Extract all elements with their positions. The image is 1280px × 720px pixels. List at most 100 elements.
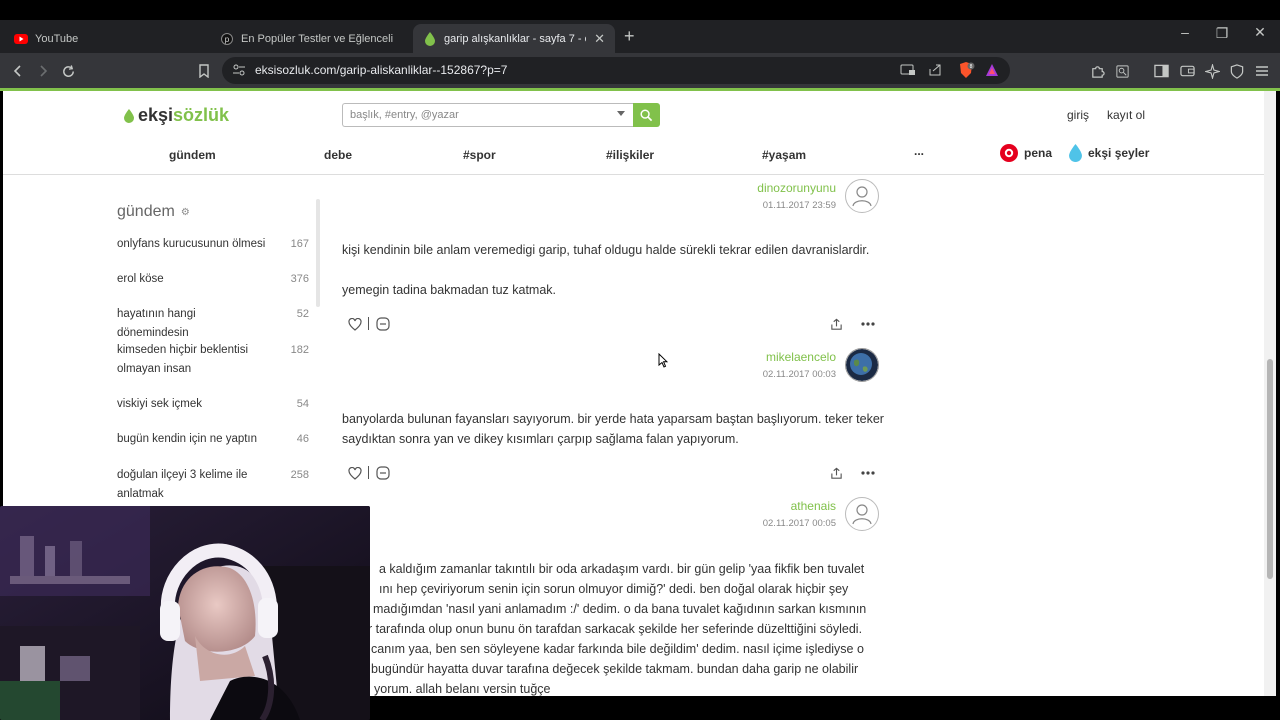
- url-text: eksisozluk.com/garip-aliskanliklar--1528…: [255, 63, 508, 77]
- svg-text:8: 8: [970, 64, 973, 70]
- scrollbar-thumb[interactable]: [1267, 359, 1273, 579]
- search-input[interactable]: [343, 104, 593, 126]
- forward-icon[interactable]: [33, 61, 53, 81]
- divider: [368, 317, 369, 330]
- share-icon[interactable]: [827, 315, 845, 333]
- minimize-icon[interactable]: –: [1166, 24, 1204, 40]
- more-options-icon[interactable]: [859, 315, 877, 333]
- search-button[interactable]: [633, 103, 660, 127]
- entry-line: a kaldığım zamanlar takıntılı bir oda ar…: [379, 562, 865, 576]
- sidebar-item-count: 182: [290, 344, 309, 356]
- dislike-icon[interactable]: [374, 315, 392, 333]
- address-bar[interactable]: eksisozluk.com/garip-aliskanliklar--1528…: [222, 57, 1010, 84]
- tab-quiz[interactable]: p En Popüler Testler ve Eğlenceli Quizle…: [210, 24, 406, 53]
- sidebar-scrollbar[interactable]: [316, 199, 320, 307]
- sidebar-title-text: gündem: [117, 203, 175, 220]
- share-icon[interactable]: [827, 464, 845, 482]
- avatar[interactable]: [845, 348, 879, 382]
- sidebar-item-count: 376: [290, 273, 309, 285]
- brave-rewards-icon[interactable]: [985, 63, 999, 82]
- entry-content: a kaldığım zamanlar takıntılı bir oda ar…: [366, 559, 886, 696]
- vpn-icon[interactable]: [1227, 61, 1247, 81]
- nav-pena[interactable]: pena: [1000, 144, 1052, 162]
- tab-youtube[interactable]: YouTube: [4, 24, 206, 53]
- page-scrollbar[interactable]: [1264, 91, 1276, 696]
- site-settings-icon[interactable]: [232, 63, 246, 82]
- logo-text-part1: ekşi: [138, 105, 174, 125]
- user-icon: [852, 504, 872, 525]
- site-header: ekşisözlük giriş kayıt ol gündem debe #s…: [3, 91, 1264, 175]
- gear-icon[interactable]: ⚙: [181, 207, 190, 218]
- sidebar-item[interactable]: bugün kendin için ne yaptın 46: [117, 430, 309, 449]
- more-options-icon[interactable]: [859, 464, 877, 482]
- pena-label: pena: [1024, 146, 1053, 160]
- sidebar-item[interactable]: doğulan ilçeyi 3 kelime ile anlatmak 258: [117, 466, 309, 504]
- search-box: [342, 103, 633, 127]
- entry-date[interactable]: 01.11.2017 23:59: [536, 200, 836, 211]
- dislike-icon[interactable]: [374, 464, 392, 482]
- globe-avatar-icon: [846, 349, 878, 381]
- nav-debe[interactable]: debe: [324, 148, 352, 162]
- restore-icon[interactable]: ❐: [1203, 25, 1241, 42]
- wallet-icon[interactable]: [1177, 61, 1197, 81]
- sidebar-item-title: kimseden hiçbir beklentisi olmayan insan: [117, 344, 249, 375]
- entry-date[interactable]: 02.11.2017 00:05: [536, 518, 836, 529]
- sidebar-item[interactable]: erol köse 376: [117, 270, 309, 289]
- login-link[interactable]: giriş: [1067, 108, 1089, 122]
- nav-eksi-seyler[interactable]: ekşi şeyler: [1069, 144, 1149, 162]
- tab-title: garip alışkanlıklar - sayfa 7 - ekşi söz…: [444, 32, 586, 45]
- back-icon[interactable]: [8, 61, 28, 81]
- cast-icon[interactable]: [900, 63, 916, 82]
- entry-author[interactable]: dinozorunyunu: [536, 181, 836, 195]
- eksi-seyler-label: ekşi şeyler: [1088, 146, 1150, 160]
- tab-eksi[interactable]: garip alışkanlıklar - sayfa 7 - ekşi söz…: [413, 24, 615, 53]
- close-window-icon[interactable]: ✕: [1241, 24, 1279, 41]
- entry-line: madığımdan 'nasıl yani anlamadım :/' ded…: [373, 602, 867, 616]
- browser-toolbar: eksisozluk.com/garip-aliskanliklar--1528…: [0, 53, 1280, 88]
- sidebar-item[interactable]: hayatının hangi dönemindesin 52: [117, 305, 309, 343]
- bookmark-icon[interactable]: [194, 61, 214, 81]
- leo-ai-icon[interactable]: [1202, 61, 1222, 81]
- close-tab-icon[interactable]: ✕: [586, 31, 605, 47]
- site-logo[interactable]: ekşi sözlük: [124, 105, 229, 126]
- sidebar-item[interactable]: kimseden hiçbir beklentisi olmayan insan…: [117, 341, 309, 379]
- avatar[interactable]: [845, 497, 879, 531]
- nav-spor[interactable]: #spor: [463, 148, 496, 162]
- tab-strip: YouTube p En Popüler Testler ve Eğlencel…: [0, 20, 1280, 53]
- reload-icon[interactable]: [58, 61, 78, 81]
- sidebar-item-count: 258: [290, 469, 309, 481]
- entry-author[interactable]: athenais: [536, 499, 836, 513]
- eksi-seyler-icon: [1069, 144, 1082, 162]
- user-icon: [852, 186, 872, 207]
- sidebar-item-title: erol köse: [117, 273, 164, 285]
- sidebar-toggle-icon[interactable]: [1151, 61, 1171, 81]
- nav-yasam[interactable]: #yaşam: [762, 148, 806, 162]
- menu-icon[interactable]: [1252, 61, 1272, 81]
- sidebar-item-title: doğulan ilçeyi 3 kelime ile anlatmak: [117, 469, 248, 500]
- nav-gundem[interactable]: gündem: [169, 148, 216, 162]
- entry-author[interactable]: mikelaencelo: [536, 350, 836, 364]
- nav-more[interactable]: ...: [914, 144, 924, 158]
- eksi-drop-icon: [423, 31, 437, 46]
- heart-icon[interactable]: [346, 315, 364, 333]
- entry-line: yorum. allah belanı versin tuğçe: [374, 682, 551, 696]
- avatar[interactable]: [845, 179, 879, 213]
- sidebar-item[interactable]: onlyfans kurucusunun ölmesi 167: [117, 235, 309, 254]
- youtube-icon: [14, 32, 28, 46]
- share-icon[interactable]: [928, 63, 942, 82]
- extensions-icon[interactable]: [1087, 61, 1107, 81]
- heart-icon[interactable]: [346, 464, 364, 482]
- pena-icon: [1000, 144, 1018, 162]
- new-tab-icon[interactable]: +: [624, 26, 635, 47]
- entry-date[interactable]: 02.11.2017 00:03: [536, 369, 836, 380]
- entry-meta: mikelaencelo 02.11.2017 00:03: [536, 350, 836, 380]
- reader-icon[interactable]: [1112, 61, 1132, 81]
- sidebar-item[interactable]: viskiyi sek içmek 54: [117, 395, 309, 414]
- streamer-webcam-image: [0, 506, 370, 720]
- entry-content: banyolarda bulunan fayansları sayıyorum.…: [342, 409, 887, 449]
- nav-iliskiler[interactable]: #ilişkiler: [606, 148, 654, 162]
- register-link[interactable]: kayıt ol: [1107, 108, 1145, 122]
- entry-line: r tarafında olup onun bunu ön tarafdan s…: [368, 622, 863, 636]
- brave-shield-icon[interactable]: 8: [957, 61, 975, 84]
- chevron-down-icon[interactable]: [617, 111, 625, 116]
